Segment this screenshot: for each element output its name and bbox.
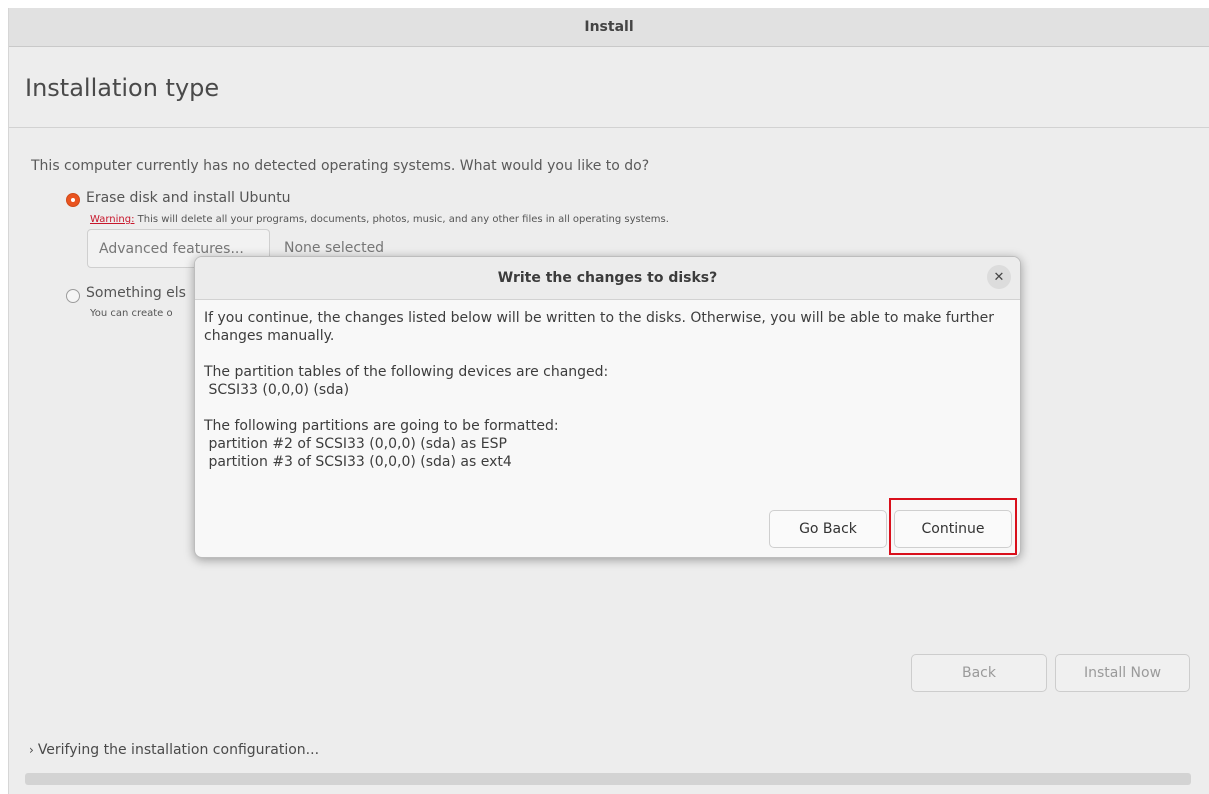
expand-chevron-icon[interactable]: › — [29, 743, 34, 757]
format-header: The following partitions are going to be… — [204, 418, 559, 434]
dialog-title: Write the changes to disks? — [497, 270, 718, 286]
erase-disk-radio[interactable] — [66, 193, 80, 207]
dialog-body: If you continue, the changes listed belo… — [204, 309, 1014, 471]
something-else-label[interactable]: Something els — [86, 285, 186, 301]
dialog-header: Write the changes to disks? ✕ — [195, 257, 1020, 300]
progress-status-text: Verifying the installation configuration… — [37, 742, 320, 758]
something-else-description: You can create o — [90, 308, 173, 319]
erase-disk-label[interactable]: Erase disk and install Ubuntu — [86, 190, 291, 206]
warning-prefix: Warning: — [90, 214, 135, 225]
progress-status[interactable]: › Verifying the installation configuratio… — [29, 742, 319, 758]
erase-warning: Warning: This will delete all your progr… — [90, 214, 669, 225]
page-title: Installation type — [25, 74, 220, 102]
window-titlebar: Install — [9, 8, 1209, 47]
continue-button[interactable]: Continue — [894, 510, 1012, 548]
format-item: partition #2 of SCSI33 (0,0,0) (sda) as … — [204, 436, 507, 452]
dialog-intro: If you continue, the changes listed belo… — [204, 310, 995, 344]
partition-tables-header: The partition tables of the following de… — [204, 364, 609, 380]
header-divider — [9, 127, 1209, 128]
warning-text: This will delete all your programs, docu… — [134, 214, 669, 225]
format-item: partition #3 of SCSI33 (0,0,0) (sda) as … — [204, 454, 512, 470]
window-title: Install — [584, 19, 634, 35]
install-now-button[interactable]: Install Now — [1055, 654, 1190, 692]
install-question: This computer currently has no detected … — [31, 158, 650, 174]
write-changes-dialog: Write the changes to disks? ✕ If you con… — [194, 256, 1021, 558]
back-button[interactable]: Back — [911, 654, 1047, 692]
advanced-features-value: None selected — [284, 240, 385, 256]
something-else-radio[interactable] — [66, 289, 80, 303]
go-back-button[interactable]: Go Back — [769, 510, 887, 548]
progress-bar — [25, 773, 1191, 785]
partition-table-item: SCSI33 (0,0,0) (sda) — [204, 382, 350, 398]
close-icon[interactable]: ✕ — [987, 265, 1011, 289]
